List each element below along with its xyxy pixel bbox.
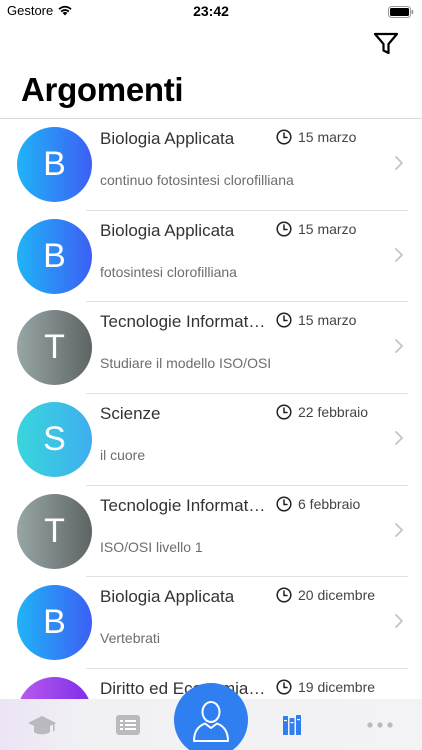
topic-description: Studiare il modello ISO/OSI [100, 355, 272, 372]
avatar-letter: S [43, 420, 66, 459]
funnel-icon [373, 32, 399, 55]
graduation-cap-icon [28, 716, 56, 735]
tab-profile[interactable] [174, 683, 248, 750]
clock-icon [276, 679, 292, 695]
chevron-right-icon [395, 339, 403, 354]
person-icon [193, 701, 229, 742]
topic-avatar: B [17, 218, 92, 294]
topic-row[interactable]: T Tecnologie Informatiche 6 febbraio ISO/OS… [0, 486, 422, 578]
topic-date-label: 15 marzo [298, 129, 357, 145]
clock-icon [276, 129, 292, 145]
topic-date: 6 febbraio [276, 496, 360, 512]
chevron-right-icon [395, 247, 403, 262]
clock-icon [276, 221, 292, 237]
topic-date-label: 20 dicembre [298, 587, 376, 604]
topic-description: il cuore [100, 447, 146, 464]
avatar-letter: B [43, 236, 66, 275]
topic-subject: Biologia Applicata [100, 587, 235, 607]
clock-icon [276, 404, 292, 420]
topic-date: 15 marzo [276, 221, 356, 237]
topic-description: fotosintesi clorofilliana [100, 263, 237, 280]
topic-date-label: 19 dicembre [298, 679, 376, 696]
clock-icon [276, 496, 292, 512]
topic-row[interactable]: S Scienze 22 febbraio il cuore [0, 394, 422, 486]
topic-subject: Biologia Applicata [100, 220, 235, 240]
chevron-right-icon [395, 156, 403, 170]
topic-subject: Tecnologie Informatiche [100, 312, 268, 332]
books-icon [283, 715, 301, 735]
more-icon [367, 722, 393, 728]
topic-avatar: B [17, 585, 92, 661]
topic-date-label: 22 febbraio [298, 404, 369, 421]
battery-icon [388, 5, 414, 23]
tab-register[interactable] [110, 709, 146, 741]
avatar-letter: T [44, 328, 65, 367]
clock-icon [276, 312, 292, 328]
tab-more[interactable] [362, 709, 398, 741]
topic-description: Vertebrati [100, 630, 160, 647]
list-icon [116, 715, 140, 735]
topic-row[interactable]: B Biologia Applicata 20 dicembre Vertebrati [0, 577, 422, 670]
topic-avatar: T [17, 310, 92, 386]
topic-date: 19 dicembre [276, 679, 375, 695]
topic-avatar: S [17, 402, 92, 478]
topic-date-label: 15 marzo [298, 312, 357, 329]
topic-row[interactable]: B Biologia Applicata 15 marzo fotosintesi c… [0, 211, 422, 303]
chevron-right-icon [395, 431, 403, 445]
topic-row[interactable]: T Tecnologie Informatiche 15 marzo Studiare… [0, 302, 422, 395]
topic-subject: Scienze [100, 404, 161, 424]
topic-avatar: T [17, 493, 92, 569]
topic-subject: Tecnologie Informatiche [100, 495, 268, 515]
avatar-letter: B [43, 603, 66, 642]
avatar-letter: B [43, 145, 66, 183]
avatar-letter: T [44, 511, 65, 550]
topic-date: 15 marzo [276, 129, 356, 145]
topic-date-label: 6 febbraio [298, 495, 361, 512]
topic-subject: Biologia Applicata [100, 129, 235, 148]
clock-icon [276, 587, 292, 603]
topic-date: 22 febbraio [276, 404, 368, 420]
topic-row[interactable]: B Biologia Applicata 15 marzo continuo foto… [0, 119, 422, 211]
chevron-right-icon [395, 522, 403, 537]
tab-topics[interactable] [276, 709, 312, 741]
tab-grades[interactable] [24, 709, 60, 741]
filter-button[interactable] [372, 30, 400, 58]
chevron-right-icon [395, 614, 403, 629]
topic-list: B Biologia Applicata 15 marzo continuo foto… [0, 119, 422, 750]
topic-avatar: B [17, 127, 92, 202]
topic-description: ISO/OSI livello 1 [100, 538, 203, 555]
status-time: 23:42 [193, 3, 229, 19]
status-bar: Gestore 23:42 [0, 0, 422, 24]
topic-date: 15 marzo [276, 312, 356, 328]
topic-description: continuo fotosintesi clorofilliana [100, 172, 294, 188]
page-title: Argomenti [21, 71, 184, 108]
topic-date-label: 15 marzo [298, 220, 357, 237]
topic-date: 20 dicembre [276, 587, 375, 603]
